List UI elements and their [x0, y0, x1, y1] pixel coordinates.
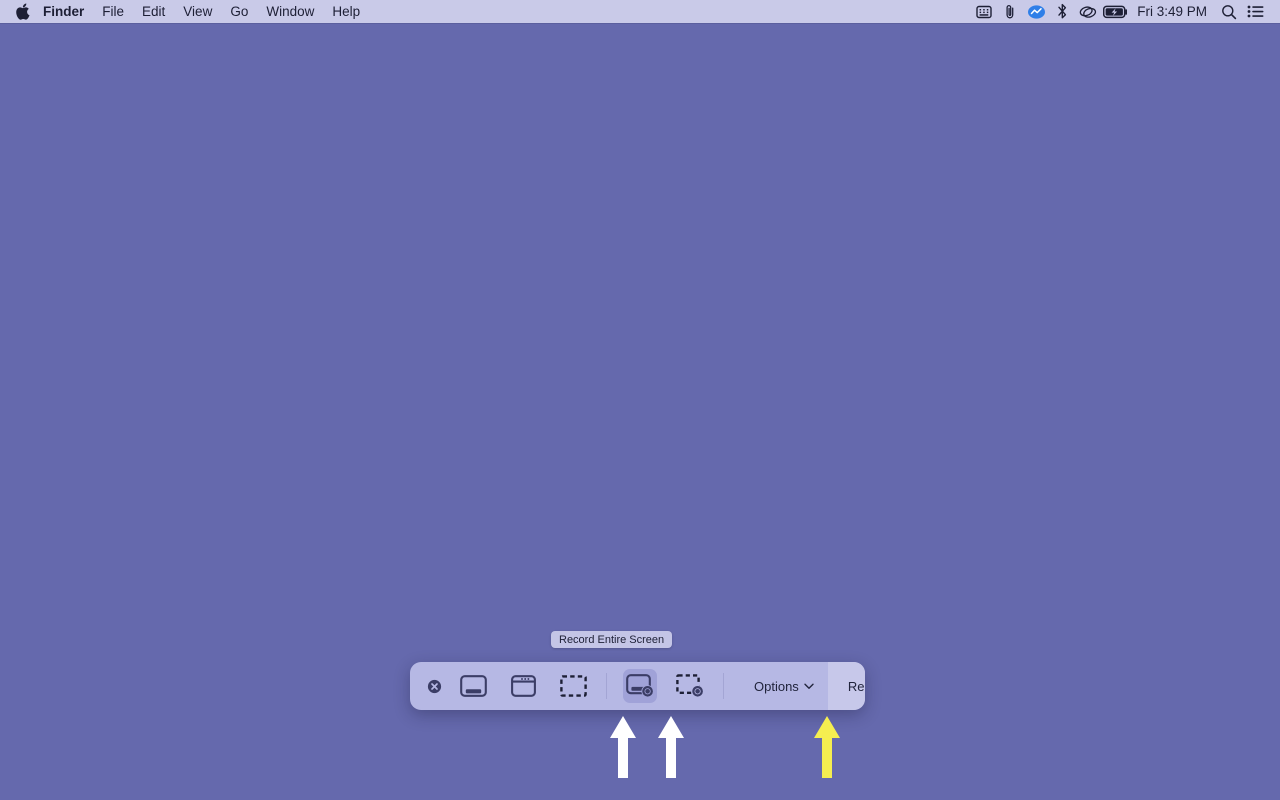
arrow-record-entire-screen — [608, 715, 638, 784]
battery-charging-icon[interactable] — [1101, 0, 1131, 24]
toolbar-controls-group: Options — [410, 662, 828, 710]
menu-bar-status-group: Fri 3:49 PM — [971, 0, 1280, 24]
options-label: Options — [754, 678, 799, 694]
tool-record-entire-screen[interactable] — [623, 669, 657, 703]
tool-record-selected-portion[interactable] — [673, 669, 707, 703]
control-center-icon[interactable] — [1242, 0, 1268, 24]
tooltip-record-entire-screen: Record Entire Screen — [551, 631, 673, 648]
tool-capture-entire-screen[interactable] — [456, 669, 490, 703]
apple-logo-icon[interactable] — [12, 0, 34, 24]
menu-item-edit[interactable]: Edit — [133, 0, 174, 24]
arrow-record-selected-portion — [656, 715, 686, 784]
chevron-down-icon — [804, 683, 814, 690]
menu-item-go[interactable]: Go — [221, 0, 257, 24]
menu-item-window[interactable]: Window — [257, 0, 323, 24]
options-button[interactable]: Options — [740, 662, 828, 710]
tool-capture-selected-portion[interactable] — [556, 669, 590, 703]
menu-bar: Finder File Edit View Go Window Help Fri… — [0, 0, 1280, 24]
toolbar-divider-1 — [606, 673, 607, 699]
screen-mirroring-icon[interactable] — [1075, 0, 1101, 24]
menu-bar-clock[interactable]: Fri 3:49 PM — [1131, 0, 1216, 24]
stocks-icon[interactable] — [1023, 0, 1049, 24]
menu-item-help[interactable]: Help — [323, 0, 369, 24]
keyboard-input-icon[interactable] — [971, 0, 997, 24]
paperclip-icon[interactable] — [997, 0, 1023, 24]
screenshot-capture-toolbar: Options Record — [410, 662, 865, 710]
bluetooth-icon[interactable] — [1049, 0, 1075, 24]
tool-capture-selected-window[interactable] — [506, 669, 540, 703]
menu-item-view[interactable]: View — [174, 0, 221, 24]
search-icon[interactable] — [1216, 0, 1242, 24]
arrow-record-button — [812, 715, 842, 784]
record-button[interactable]: Record — [827, 662, 865, 710]
toolbar-divider-2 — [723, 673, 724, 699]
menu-item-finder[interactable]: Finder — [34, 0, 93, 24]
menu-item-file[interactable]: File — [93, 0, 133, 24]
close-button[interactable] — [426, 678, 442, 694]
menu-bar-left-group: Finder File Edit View Go Window Help — [0, 0, 369, 24]
